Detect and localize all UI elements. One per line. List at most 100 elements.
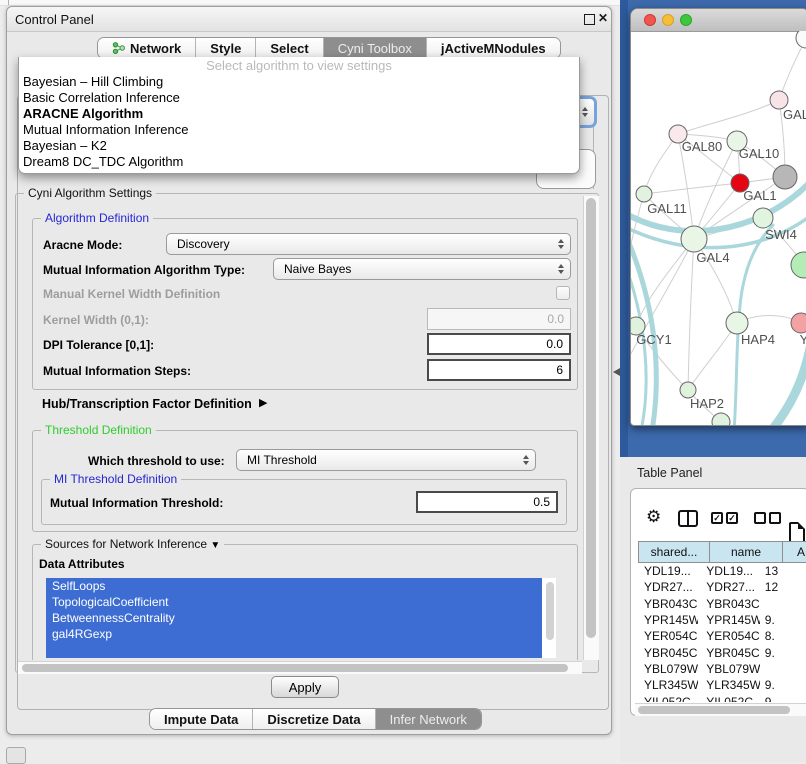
mi-threshold-field[interactable]: 0.5 xyxy=(416,491,558,513)
table-row[interactable]: YBL079WYBL079W xyxy=(638,661,806,677)
attribute-item[interactable]: BetweennessCentrality xyxy=(46,610,542,626)
tab-impute-data[interactable]: Impute Data xyxy=(150,709,252,729)
columns-icon[interactable] xyxy=(678,510,698,527)
table-panel: ⚙ ✓ ✓ shared...nameA YDL19...YDL19...13Y… xyxy=(630,488,806,716)
mi-steps-field[interactable]: 6 xyxy=(427,359,571,381)
node-label: GCY1 xyxy=(636,332,671,347)
network-node[interactable] xyxy=(773,165,797,189)
collapse-arrow-icon[interactable]: ▼ xyxy=(210,540,220,551)
disclosure-arrow-icon[interactable]: ▶ xyxy=(259,396,267,409)
table-cell: YDL19... xyxy=(698,564,759,578)
group-title: MI Threshold Definition xyxy=(50,472,181,486)
manual-kernel-width-checkbox[interactable] xyxy=(556,286,570,300)
table-cell: YDR27... xyxy=(698,580,759,594)
horizontal-scrollbar-thumb[interactable] xyxy=(22,664,568,672)
minimize-window-icon[interactable] xyxy=(662,14,674,26)
vertical-scrollbar-thumb[interactable] xyxy=(586,198,596,638)
network-edge xyxy=(779,39,806,100)
node-label: HAP4 xyxy=(741,332,775,347)
algorithm-option-mutual-information-inference[interactable]: Mutual Information Inference xyxy=(19,122,579,138)
table-body: YDL19...YDL19...13YDR27...YDR27...12YBR0… xyxy=(638,563,806,702)
attribute-item[interactable]: TopologicalCoefficient xyxy=(46,594,542,610)
table-row[interactable]: YDL19...YDL19...13 xyxy=(638,563,806,579)
node-label: GAL10 xyxy=(739,146,779,161)
table-row[interactable]: YBR045CYBR045C9. xyxy=(638,644,806,660)
table-cell: 8. xyxy=(760,629,806,643)
algorithm-option-bayesian-hill-climbing[interactable]: Bayesian – Hill Climbing xyxy=(19,74,579,90)
close-panel-icon[interactable]: ✕ xyxy=(598,11,608,25)
table-row[interactable]: YDR27...YDR27...12 xyxy=(638,579,806,595)
tab-style[interactable]: Style xyxy=(195,38,255,58)
tab-select[interactable]: Select xyxy=(255,38,322,58)
which-threshold-select[interactable]: MI Threshold xyxy=(236,449,536,471)
tab-infer-network[interactable]: Infer Network xyxy=(375,709,481,729)
list-scrollbar[interactable] xyxy=(546,582,554,640)
table-horizontal-scrollbar-thumb[interactable] xyxy=(638,706,790,714)
table-row[interactable]: YLR345WYLR345W9. xyxy=(638,677,806,693)
tab-network[interactable]: Network xyxy=(98,38,195,58)
column-header-a[interactable]: A xyxy=(783,541,806,563)
network-node-gal11[interactable] xyxy=(636,186,652,202)
apply-button[interactable]: Apply xyxy=(271,676,339,698)
attribute-item[interactable]: SelfLoops xyxy=(46,578,542,594)
algorithm-option-basic-correlation-inference[interactable]: Basic Correlation Inference xyxy=(19,90,579,106)
float-window-icon[interactable] xyxy=(584,14,595,25)
control-panel-title: Control Panel xyxy=(15,12,94,27)
table-cell: 9. xyxy=(760,613,806,627)
vertical-scrollbar[interactable] xyxy=(583,196,599,660)
table-row[interactable]: YER054CYER054C8. xyxy=(638,628,806,644)
close-window-icon[interactable] xyxy=(644,14,656,26)
tab-discretize-data[interactable]: Discretize Data xyxy=(252,709,374,729)
zoom-window-icon[interactable] xyxy=(680,14,692,26)
mi-algorithm-type-select[interactable]: Naive Bayes xyxy=(273,258,571,280)
table-cell: YER054C xyxy=(698,629,759,643)
node-label: GAL4 xyxy=(696,250,729,265)
unchecked-checkbox-icon[interactable] xyxy=(769,512,781,524)
unchecked-checkbox-icon[interactable] xyxy=(754,512,766,524)
algorithm-option-bayesian-k2[interactable]: Bayesian – K2 xyxy=(19,138,579,154)
network-node[interactable] xyxy=(791,252,806,278)
table-row[interactable]: YPR145WYPR145W9. xyxy=(638,612,806,628)
checked-checkbox-icon[interactable]: ✓ xyxy=(726,512,738,524)
dpi-tolerance-field[interactable]: 0.0 xyxy=(427,333,571,355)
horizontal-scrollbar[interactable] xyxy=(18,661,582,674)
attribute-item[interactable]: gal4RGexp xyxy=(46,626,542,642)
group-title: Cyni Algorithm Settings xyxy=(24,186,156,200)
network-node-y[interactable] xyxy=(791,313,806,333)
table-cell: YLR345W xyxy=(638,678,698,692)
which-threshold-label: Which threshold to use: xyxy=(88,454,225,468)
table-horizontal-scrollbar[interactable] xyxy=(635,703,806,716)
stepper-icon xyxy=(558,239,564,249)
table-cell: 9. xyxy=(760,646,806,660)
table-row[interactable]: YBR043CYBR043C xyxy=(638,596,806,612)
table-cell: YIL052C xyxy=(698,695,759,702)
table-cell: YBL079W xyxy=(698,662,759,676)
table-row[interactable]: YIL052CYIL052C9. xyxy=(638,693,806,702)
network-window-titlebar[interactable] xyxy=(631,9,806,32)
network-canvas[interactable]: GALGAL80GAL10GAL1GAL11SWI4GAL4GCY1HAP4YH… xyxy=(631,31,806,426)
network-node-gal4[interactable] xyxy=(681,226,707,252)
network-node[interactable] xyxy=(796,31,806,48)
mi-threshold-group: MI Threshold Definition Mutual Informati… xyxy=(41,479,567,525)
network-node-hap4[interactable] xyxy=(726,312,748,334)
network-node-swi4[interactable] xyxy=(753,208,773,228)
tab-jactivemnodules[interactable]: jActiveMNodules xyxy=(426,38,560,58)
column-header-name[interactable]: name xyxy=(710,541,783,563)
network-node[interactable] xyxy=(712,413,730,426)
kernel-width-field[interactable]: 0.0 xyxy=(427,308,571,330)
gear-icon[interactable]: ⚙ xyxy=(646,508,661,525)
algorithm-option-aracne-algorithm[interactable]: ARACNE Algorithm xyxy=(19,106,579,122)
algorithm-option-dream8-dc-tdc-algorithm[interactable]: Dream8 DC_TDC Algorithm xyxy=(19,154,579,170)
attribute-selection-filler xyxy=(46,642,542,658)
group-title: Threshold Definition xyxy=(41,423,156,437)
node-label: GAL xyxy=(783,107,806,122)
column-header-shared-[interactable]: shared... xyxy=(638,541,710,563)
collapsed-panel-button[interactable] xyxy=(6,747,26,764)
node-label: GAL11 xyxy=(647,201,687,216)
table-cell: YPR145W xyxy=(698,613,759,627)
stepper-icon xyxy=(558,264,564,274)
table-cell: 9. xyxy=(760,695,806,702)
aracne-mode-select[interactable]: Discovery xyxy=(166,233,571,255)
tab-cyni-toolbox[interactable]: Cyni Toolbox xyxy=(323,38,426,58)
checked-checkbox-icon[interactable]: ✓ xyxy=(711,512,723,524)
